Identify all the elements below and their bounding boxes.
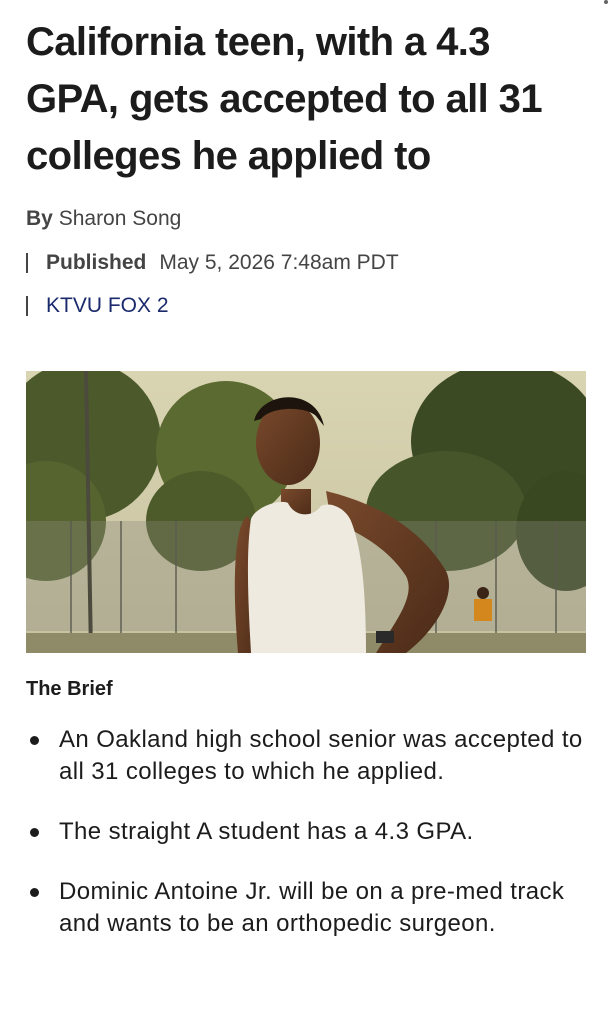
byline: By Sharon Song bbox=[26, 207, 181, 231]
source-link[interactable]: KTVU FOX 2 bbox=[46, 294, 169, 318]
brief-item: An Oakland high school senior was accept… bbox=[26, 724, 586, 788]
bullet-icon bbox=[30, 736, 39, 745]
article-photo bbox=[26, 371, 586, 653]
brief-item-text: An Oakland high school senior was accept… bbox=[59, 726, 583, 785]
author-link[interactable]: Sharon Song bbox=[59, 207, 182, 230]
source-row: KTVU FOX 2 bbox=[26, 294, 169, 318]
headline: California teen, with a 4.3 GPA, gets ac… bbox=[26, 20, 543, 178]
bullet-icon bbox=[30, 888, 39, 897]
published-row: Published May 5, 2026 7:48am PDT bbox=[26, 251, 399, 275]
brief-list: An Oakland high school senior was accept… bbox=[26, 724, 586, 940]
byline-prefix: By bbox=[26, 207, 53, 230]
published-label: Published bbox=[46, 251, 147, 274]
brief-item-text: The straight A student has a 4.3 GPA. bbox=[59, 818, 474, 845]
brief-item: Dominic Antoine Jr. will be on a pre-med… bbox=[26, 876, 586, 940]
photo-illustration bbox=[26, 371, 586, 653]
brief-title: The Brief bbox=[26, 678, 113, 700]
divider bbox=[26, 296, 28, 316]
bullet-icon bbox=[30, 828, 39, 837]
article: California teen, with a 4.3 GPA, gets ac… bbox=[0, 0, 612, 1024]
status-dot bbox=[604, 0, 608, 4]
brief-item-text: Dominic Antoine Jr. will be on a pre-med… bbox=[59, 878, 565, 937]
published-date: May 5, 2026 7:48am PDT bbox=[159, 251, 399, 274]
brief-item: The straight A student has a 4.3 GPA. bbox=[26, 816, 586, 848]
divider bbox=[26, 253, 28, 273]
